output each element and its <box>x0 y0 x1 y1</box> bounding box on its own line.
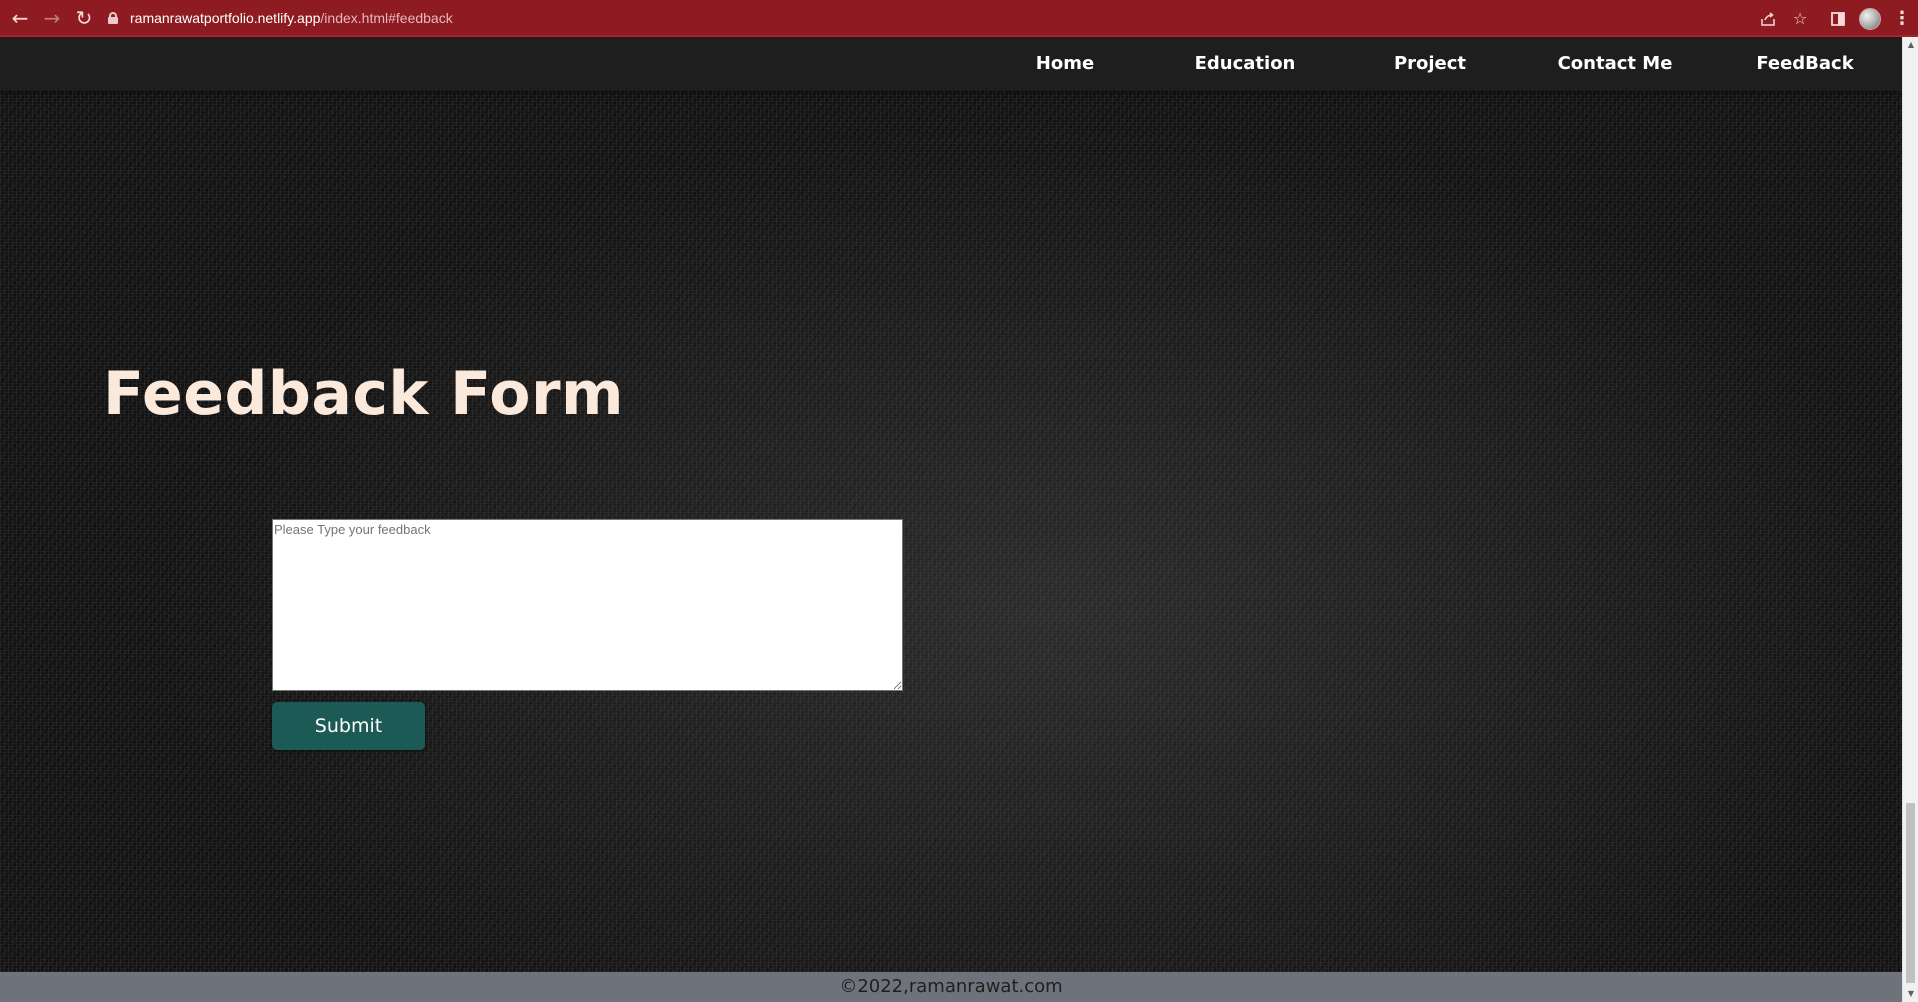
share-icon[interactable] <box>1752 3 1784 35</box>
side-panel-icon[interactable] <box>1822 3 1854 35</box>
feedback-form-title: Feedback Form <box>103 359 625 429</box>
site-footer: ©2022,ramanrawat.com <box>0 972 1902 1002</box>
forward-arrow-icon[interactable]: → <box>36 2 68 34</box>
browser-actions: ☆ ⋮ <box>1752 0 1918 37</box>
scroll-up-icon[interactable]: ▲ <box>1903 37 1918 53</box>
feedback-textarea[interactable] <box>272 519 903 691</box>
site-navbar: Home Education Project Contact Me FeedBa… <box>0 37 1902 91</box>
scroll-thumb[interactable] <box>1906 803 1915 983</box>
kebab-menu-icon[interactable]: ⋮ <box>1886 3 1918 35</box>
back-arrow-icon[interactable]: ← <box>4 2 36 34</box>
nav-link-education[interactable]: Education <box>1180 37 1310 91</box>
nav-link-project[interactable]: Project <box>1380 37 1480 91</box>
profile-avatar[interactable] <box>1854 3 1886 35</box>
lock-icon[interactable] <box>108 12 118 24</box>
submit-button[interactable]: Submit <box>272 702 425 750</box>
star-icon[interactable]: ☆ <box>1784 3 1816 35</box>
url-host: ramanrawatportfolio.netlify.app <box>130 10 321 26</box>
nav-link-feedback[interactable]: FeedBack <box>1745 37 1865 91</box>
page-viewport: Home Education Project Contact Me FeedBa… <box>0 37 1902 1002</box>
scroll-down-icon[interactable]: ▼ <box>1903 986 1918 1002</box>
reload-icon[interactable]: ↻ <box>68 2 100 34</box>
nav-link-home[interactable]: Home <box>1010 37 1120 91</box>
nav-link-contact-me[interactable]: Contact Me <box>1550 37 1680 91</box>
browser-toolbar: ← → ↻ ramanrawatportfolio.netlify.app/in… <box>0 0 1918 37</box>
vertical-scrollbar[interactable]: ▲ ▼ <box>1902 37 1918 1002</box>
address-bar[interactable]: ramanrawatportfolio.netlify.app/index.ht… <box>108 5 453 31</box>
url-path: /index.html#feedback <box>320 10 453 26</box>
